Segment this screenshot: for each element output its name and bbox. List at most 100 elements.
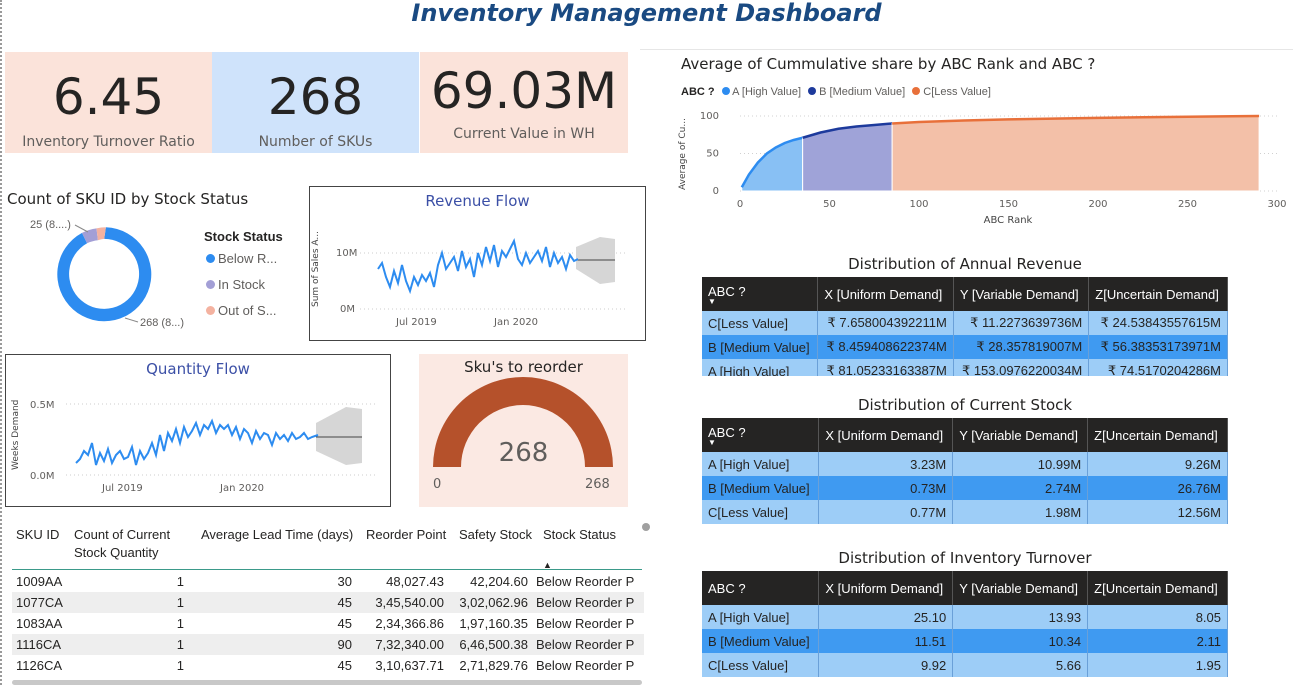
table-row[interactable]: 1126CA 1 45 3,10,637.71 2,71,829.76 Belo… [12,655,644,676]
donut-title: Count of SKU ID by Stock Status [7,190,249,208]
area-legend-title: ABC ? [681,86,715,98]
cell-y: 1.98M [952,500,1089,524]
cell-abc: A [High Value] [702,605,820,629]
dist-revenue-table: ABC ? ▼ X [Uniform Demand] Y [Variable De… [702,277,1228,376]
col-header-z[interactable]: Z[Uncertain Demand] [1087,418,1228,452]
cell-z: ₹ 56.38353173971M [1088,335,1228,359]
table-row[interactable]: B [Medium Value] ₹ 8.459408622374M ₹ 28.35… [702,335,1228,359]
area-xlabel: ABC Rank [984,215,1033,226]
area-legend-item-c[interactable]: C[Less Value] [912,86,991,98]
table-row[interactable]: B [Medium Value] 11.51 10.34 2.11 [702,629,1228,653]
area-chart[interactable]: 100 50 0 0 50 100 150 200 250 300 Average of Cu..… [676,104,1288,234]
table-row[interactable]: 1083AA 1 45 2,34,366.86 1,97,160.35 Belo… [12,613,644,634]
sku-header-status[interactable]: Stock Status [543,526,616,544]
donut-legend-item-out[interactable]: Out of S... [206,303,277,318]
dist-stock-table-container[interactable]: ABC ? ▼ X [Uniform Demand] Y [Variable De… [702,418,1228,526]
legend-label: B [Medium Value] [819,86,906,98]
kpi-value-card[interactable]: 69.03M Current Value in WH [420,52,628,153]
col-header-abc[interactable]: ABC ? ▼ [702,277,819,311]
dist-stock-title: Distribution of Current Stock [857,396,1073,414]
dist-turnover-table: ABC ? X [Uniform Demand] Y [Variable Dem… [702,571,1228,677]
donut-legend-item-instock[interactable]: In Stock [206,277,265,292]
col-header-z[interactable]: Z[Uncertain Demand] [1088,277,1228,311]
cell-abc: C[Less Value] [702,653,820,677]
legend-label: Out of S... [218,303,277,318]
cell-abc: C[Less Value] [702,500,820,524]
dist-revenue-title: Distribution of Annual Revenue [848,255,1082,273]
cell-count: 1 [70,592,192,613]
vertical-scrollbar-thumb[interactable] [642,523,650,531]
table-row[interactable]: 1116CA 1 90 7,32,340.00 6,46,500.38 Belo… [12,634,644,655]
col-header-y[interactable]: Y [Variable Demand] [952,418,1089,452]
cell-sku-id: 1077CA [12,592,70,613]
kpi-skus-card[interactable]: 268 Number of SKUs [212,52,419,153]
dist-turnover-table-container[interactable]: ABC ? X [Uniform Demand] Y [Variable Dem… [702,571,1228,679]
area-chart-legend: ABC ? A [High Value] B [Medium Value] C[… [681,86,991,98]
sort-desc-icon: ▼ [708,296,716,306]
col-header-x[interactable]: X [Uniform Demand] [817,277,954,311]
table-row[interactable]: B [Medium Value] 0.73M 2.74M 26.76M [702,476,1228,500]
sku-header-reorder[interactable]: Reorder Point [366,526,446,544]
sku-header-id[interactable]: SKU ID [16,526,59,544]
dist-revenue-table-container[interactable]: ABC ? ▼ X [Uniform Demand] Y [Variable De… [702,277,1228,376]
table-row[interactable]: C[Less Value] 9.92 5.66 1.95 [702,653,1228,677]
legend-label: A [High Value] [732,86,802,98]
col-header-y[interactable]: Y [Variable Demand] [953,277,1090,311]
table-row[interactable]: A [High Value] 3.23M 10.99M 9.26M [702,452,1228,476]
legend-label: C[Less Value] [923,86,991,98]
cell-sku-id: 1009AA [16,574,63,589]
table-row[interactable]: A [High Value] 25.10 13.93 8.05 [702,605,1228,629]
area-xtick-label: 100 [909,199,928,210]
table-row[interactable]: A [High Value] ₹ 81.05233163387M ₹ 153.097… [702,359,1228,376]
area-ylabel: Average of Cu... [678,118,688,190]
sku-header-leadtime[interactable]: Average Lead Time (days) [201,526,353,544]
sku-header-count[interactable]: Count of Current Stock Quantity [74,526,194,562]
cell-abc: C[Less Value] [702,311,819,335]
donut-legend-item-below[interactable]: Below R... [206,251,277,266]
cell-y: 10.34 [952,629,1089,653]
cell-count: 1 [176,574,184,589]
col-header-y[interactable]: Y [Variable Demand] [952,571,1089,605]
sku-header-divider [12,569,642,570]
col-header-z[interactable]: Z[Uncertain Demand] [1087,571,1228,605]
cell-z: 2.11 [1087,629,1228,653]
area-legend-item-b[interactable]: B [Medium Value] [808,86,905,98]
quantity-forecast-band [316,407,362,465]
cell-sku-id: 1126CA [16,658,63,673]
legend-dot-icon [912,87,921,95]
area-legend-item-a[interactable]: A [High Value] [721,86,802,98]
area-xtick-label: 300 [1267,199,1286,210]
cell-x: 25.10 [818,605,954,629]
revenue-xtick-1: Jan 2020 [493,317,538,328]
cell-count: 1 [176,658,184,673]
quantity-xtick-1: Jan 2020 [219,483,264,494]
table-row[interactable]: 1009AA 1 30 48,027.43 42,204.60 Below Re… [12,571,644,592]
col-header-x[interactable]: X [Uniform Demand] [818,418,954,452]
kpi-turnover-card[interactable]: 6.45 Inventory Turnover Ratio [5,52,212,153]
cell-abc: B [Medium Value] [702,476,820,500]
col-header-abc[interactable]: ABC ? ▼ [702,418,820,452]
cell-x: ₹ 7.658004392211M [817,311,954,335]
col-header-x[interactable]: X [Uniform Demand] [818,571,954,605]
dist-turnover-title: Distribution of Inventory Turnover [838,549,1092,567]
quantity-flow-card[interactable]: Quantity Flow Weeks Demand 0.5M 0.0M Jul… [5,354,391,507]
quantity-ytick-bottom: 0.0M [30,471,55,482]
table-row[interactable]: C[Less Value] ₹ 7.658004392211M ₹ 11.22736… [702,311,1228,335]
cell-leadtime: 45 [337,616,352,631]
table-row[interactable]: 1077CA 1 45 3,45,540.00 3,02,062.96 Belo… [12,592,644,613]
gauge-max: 268 [585,477,610,492]
legend-dot-icon [206,306,215,315]
revenue-flow-card[interactable]: Revenue Flow Sum of Sales A... 10M 0M Ju… [309,186,646,341]
area-ytick-label: 50 [706,149,719,160]
area-ytick-label: 0 [713,186,719,197]
horizontal-scrollbar[interactable] [12,680,642,685]
donut-segment-below-reorder [57,227,152,322]
table-row[interactable]: C[Less Value] 0.77M 1.98M 12.56M [702,500,1228,524]
gauge-card[interactable]: Sku's to reorder 268 0 268 [419,354,628,507]
sku-table-visual[interactable]: SKU ID Count of Current Stock Quantity A… [8,518,644,685]
col-header-abc[interactable]: ABC ? [702,571,820,605]
cell-y: ₹ 11.2273639736M [953,311,1090,335]
sku-header-safety[interactable]: Safety Stock [459,526,532,544]
area-xtick-label: 0 [737,199,743,210]
quantity-flow-chart: Weeks Demand 0.5M 0.0M Jul 2019 Jan 2020 [11,400,376,494]
